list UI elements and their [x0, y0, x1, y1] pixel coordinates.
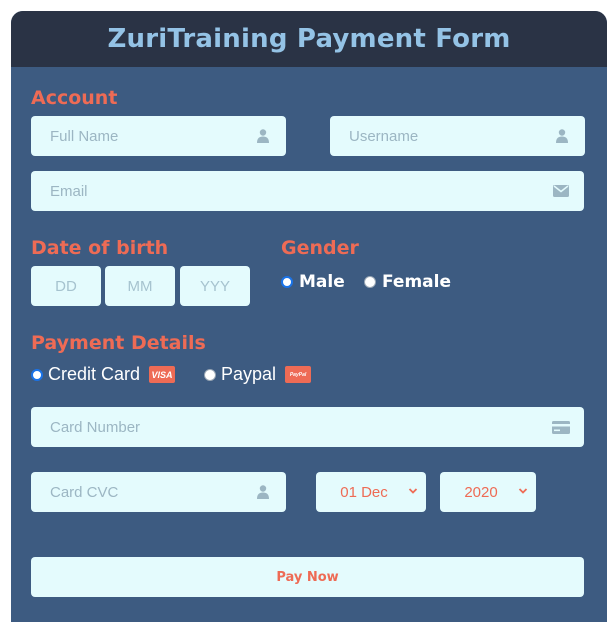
username-input[interactable]: [330, 116, 585, 156]
full-name-field[interactable]: [31, 116, 286, 156]
female-radio[interactable]: [364, 276, 376, 288]
payment-form: ZuriTraining Payment Form Account Date o…: [11, 11, 607, 622]
female-label[interactable]: Female: [382, 272, 451, 292]
chevron-down-icon: [408, 488, 418, 494]
dob-month-field[interactable]: [105, 266, 175, 306]
card-number-input[interactable]: [31, 407, 584, 447]
dob-day-input[interactable]: [31, 266, 101, 306]
paypal-badge-icon: PayPal: [285, 366, 312, 383]
credit-card-label[interactable]: Credit Card: [48, 364, 140, 385]
credit-card-icon: [552, 418, 570, 436]
gender-option-female[interactable]: Female: [364, 272, 451, 292]
male-radio[interactable]: [281, 276, 293, 288]
dob-day-field[interactable]: [31, 266, 101, 306]
expiry-date-select[interactable]: 01 Dec: [316, 472, 426, 512]
dob-year-field[interactable]: [180, 266, 250, 306]
payment-method-credit-card[interactable]: Credit Card VISA: [31, 364, 176, 385]
card-cvc-input[interactable]: [31, 472, 286, 512]
visa-badge-icon: VISA: [149, 366, 176, 383]
form-header: ZuriTraining Payment Form: [11, 11, 607, 67]
dob-month-input[interactable]: [105, 266, 175, 306]
user-icon: [254, 483, 272, 501]
email-input[interactable]: [31, 171, 584, 211]
username-field[interactable]: [330, 116, 585, 156]
male-label[interactable]: Male: [299, 272, 345, 292]
gender-option-male[interactable]: Male: [281, 272, 345, 292]
card-number-field[interactable]: [31, 407, 584, 447]
expiry-year-value: 2020: [464, 483, 498, 501]
payment-section-title: Payment Details: [31, 332, 206, 354]
dob-year-input[interactable]: [180, 266, 250, 306]
expiry-year-select[interactable]: 2020: [440, 472, 536, 512]
payment-method-paypal[interactable]: Paypal PayPal: [204, 364, 312, 385]
envelope-icon: [552, 182, 570, 200]
credit-card-radio[interactable]: [31, 368, 43, 381]
user-icon: [254, 127, 272, 145]
expiry-date-value: 01 Dec: [340, 483, 388, 501]
paypal-radio[interactable]: [204, 368, 216, 381]
dob-section-title: Date of birth: [31, 237, 169, 259]
user-icon: [553, 127, 571, 145]
pay-now-button[interactable]: Pay Now: [31, 557, 584, 597]
form-title: ZuriTraining Payment Form: [107, 24, 511, 54]
email-field[interactable]: [31, 171, 584, 211]
gender-section-title: Gender: [281, 237, 359, 259]
chevron-down-icon: [518, 488, 528, 494]
full-name-input[interactable]: [31, 116, 286, 156]
card-cvc-field[interactable]: [31, 472, 286, 512]
account-section-title: Account: [31, 87, 118, 109]
paypal-label[interactable]: Paypal: [221, 364, 276, 385]
